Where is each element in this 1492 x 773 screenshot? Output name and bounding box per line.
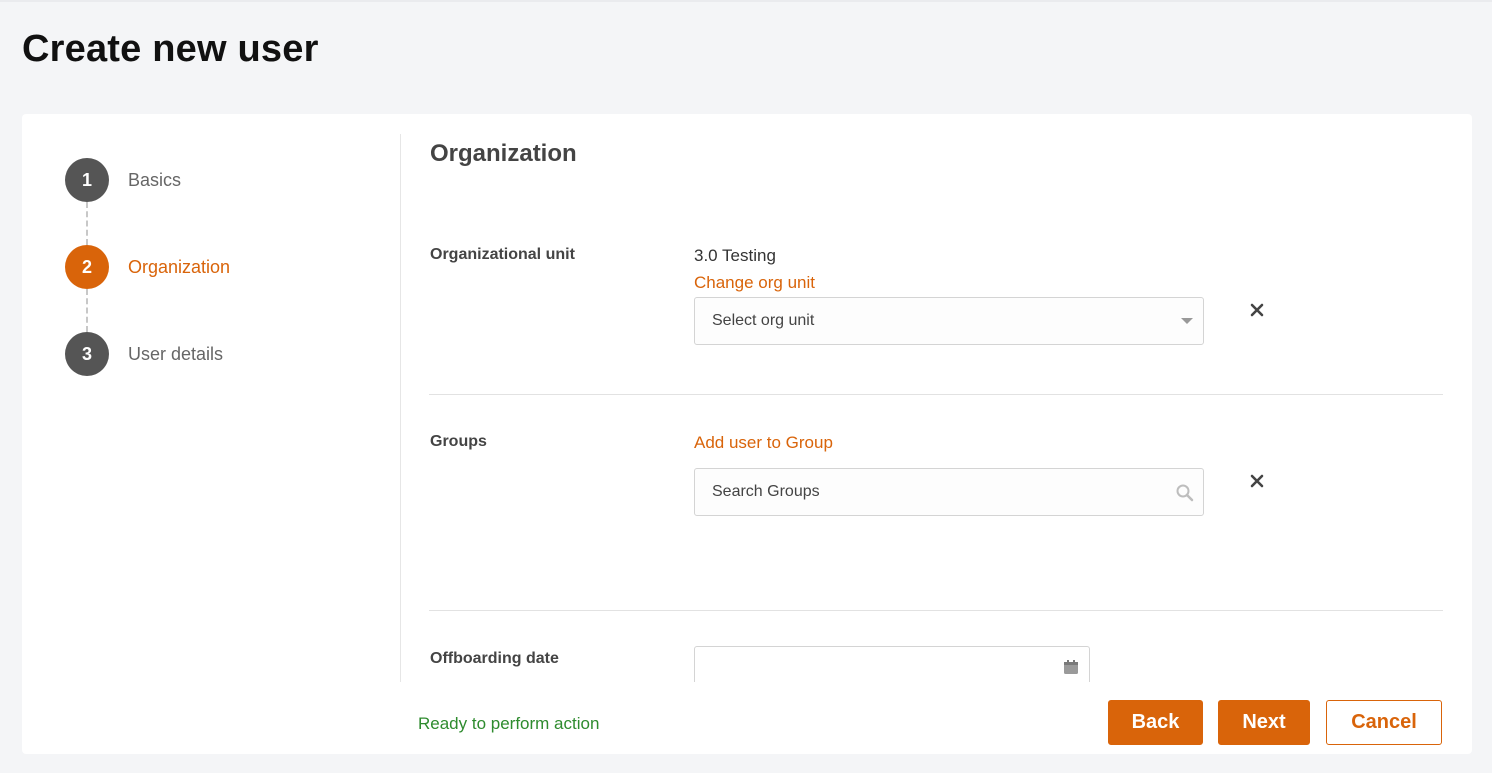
next-button[interactable]: Next — [1218, 700, 1310, 745]
section-title: Organization — [430, 140, 577, 167]
org-unit-current-value: 3.0 Testing — [694, 246, 776, 265]
step-user-details[interactable]: 3 User details — [65, 332, 223, 376]
offboarding-date-input[interactable] — [694, 646, 1090, 682]
offboarding-date-label: Offboarding date — [430, 650, 559, 667]
org-unit-select-placeholder: Select org unit — [712, 312, 815, 329]
org-unit-label: Organizational unit — [430, 246, 575, 263]
page-title: Create new user — [22, 28, 319, 70]
org-unit-select[interactable]: Select org unit — [694, 297, 1204, 345]
step-organization[interactable]: 2 Organization — [65, 245, 230, 289]
search-icon — [1176, 484, 1194, 502]
step-basics[interactable]: 1 Basics — [65, 158, 181, 202]
section-divider — [429, 610, 1443, 611]
step-number: 2 — [65, 245, 109, 289]
step-label: User details — [128, 343, 224, 364]
chevron-down-icon — [1181, 318, 1193, 324]
step-number: 1 — [65, 158, 109, 202]
calendar-icon[interactable] — [1063, 659, 1079, 675]
change-org-unit-link[interactable]: Change org unit — [694, 273, 815, 293]
status-message: Ready to perform action — [418, 714, 600, 733]
cancel-button[interactable]: Cancel — [1326, 700, 1442, 745]
step-label: Organization — [128, 256, 231, 277]
step-connector — [86, 202, 88, 245]
close-icon[interactable] — [1246, 470, 1268, 492]
close-icon[interactable] — [1246, 299, 1268, 321]
search-groups-input[interactable]: Search Groups — [694, 468, 1204, 516]
add-user-to-group-link[interactable]: Add user to Group — [694, 433, 833, 453]
back-button[interactable]: Back — [1108, 700, 1203, 745]
wizard-card: 1 Basics 2 Organization 3 User details O… — [22, 114, 1472, 754]
step-number: 3 — [65, 332, 109, 376]
search-groups-placeholder: Search Groups — [712, 483, 820, 500]
column-divider — [400, 134, 401, 682]
top-border — [0, 0, 1492, 2]
step-label: Basics — [128, 169, 182, 190]
step-connector — [86, 289, 88, 332]
section-divider — [429, 394, 1443, 395]
groups-label: Groups — [430, 433, 487, 450]
